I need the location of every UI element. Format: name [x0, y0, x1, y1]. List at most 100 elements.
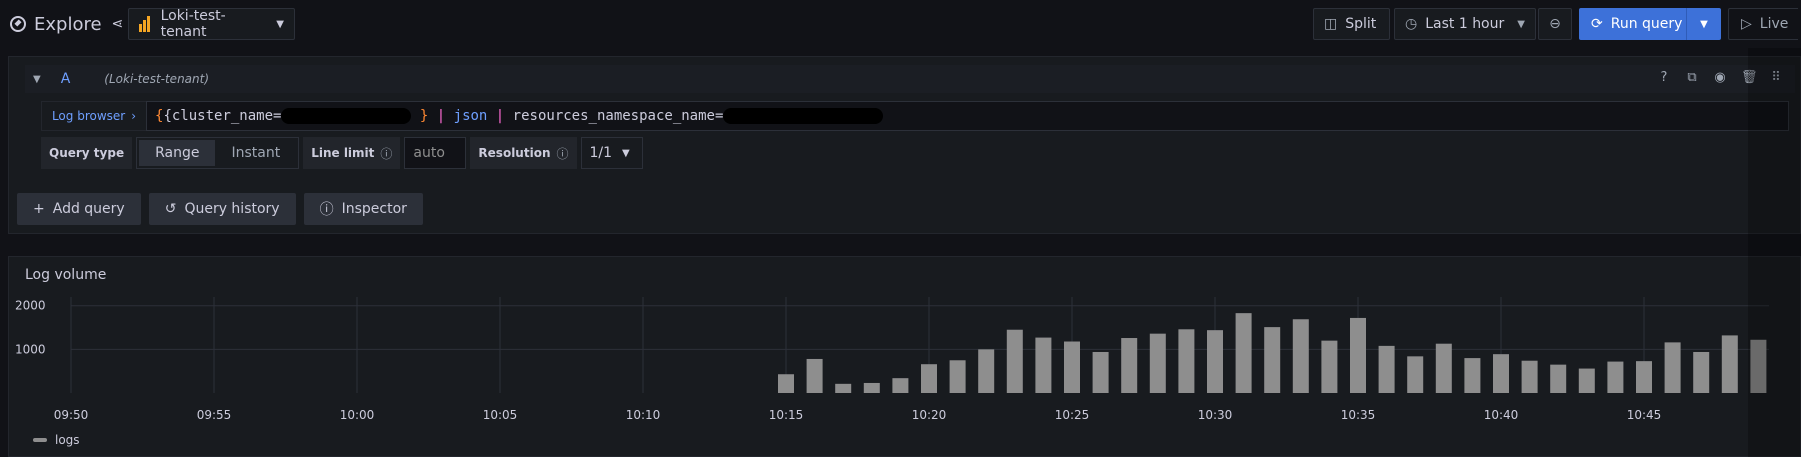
split-label: Split	[1345, 16, 1377, 32]
time-range-picker[interactable]: ◷ Last 1 hour ▼	[1394, 8, 1536, 40]
bar	[1693, 351, 1710, 393]
bar	[1092, 351, 1109, 393]
chevron-down-icon[interactable]: ▼	[1687, 19, 1721, 30]
resolution-select[interactable]: 1/1 ▼	[580, 137, 643, 169]
run-query-button[interactable]: ⟳ Run query ▼	[1579, 8, 1721, 40]
bar	[1006, 329, 1023, 393]
line-limit-label: Line limit ⓘ	[303, 137, 401, 169]
datasource-picker[interactable]: Loki-test-tenant ▼	[128, 8, 295, 40]
compass-icon	[10, 16, 26, 32]
zoom-out-button[interactable]: ⊖	[1538, 8, 1572, 40]
clock-icon: ◷	[1405, 16, 1418, 32]
query-row-header: ▼ A (Loki-test-tenant) ? ⧉ ◉ 🗑 ⠿	[25, 65, 1795, 93]
info-icon[interactable]: ⓘ	[556, 145, 568, 162]
bar	[806, 358, 823, 393]
help-icon[interactable]: ?	[1657, 71, 1671, 85]
bar	[1721, 335, 1738, 393]
x-tick-label: 10:10	[626, 408, 661, 422]
query-actions: + Add query ↺ Query history ⓘ Inspector	[17, 193, 423, 225]
bar	[1636, 361, 1652, 393]
bar	[1149, 333, 1166, 393]
inspector-button[interactable]: ⓘ Inspector	[303, 193, 423, 225]
x-tick-label: 09:55	[197, 408, 232, 422]
bar	[1264, 327, 1281, 393]
bar	[1493, 354, 1509, 393]
bar	[778, 374, 794, 393]
query-datasource-name: (Loki-test-tenant)	[104, 72, 210, 86]
chart-legend[interactable]: logs	[33, 433, 80, 447]
log-volume-chart: 1000 2000 09:50 09:55 10:00 10:05 10:10 10:15 10…	[15, 297, 1769, 422]
query-label-cluster: {cluster_name=	[163, 108, 282, 124]
live-label: Live	[1759, 16, 1789, 32]
chevron-down-icon: ▼	[276, 18, 284, 30]
time-range-label: Last 1 hour	[1425, 16, 1505, 32]
log-volume-panel: Log volume 1000 2000 09:50 09:55 10:00 10:05 1…	[8, 256, 1801, 457]
bar	[949, 360, 966, 393]
log-browser-button[interactable]: Log browser ›	[41, 101, 147, 131]
bar	[863, 382, 880, 393]
split-button[interactable]: ◫ Split	[1313, 8, 1390, 40]
loki-logo-icon	[139, 16, 153, 32]
bar	[1578, 368, 1595, 393]
eye-icon[interactable]: ◉	[1713, 71, 1727, 85]
redacted-value	[281, 108, 412, 124]
chevron-down-icon[interactable]: ▼	[33, 74, 41, 85]
query-brace-open: {	[155, 108, 164, 124]
x-tick-label: 10:35	[1341, 408, 1376, 422]
line-limit-input[interactable]: auto	[404, 137, 467, 169]
zoom-out-icon: ⊖	[1549, 16, 1561, 32]
log-volume-title: Log volume	[25, 267, 107, 283]
query-type-range[interactable]: Range	[139, 140, 216, 166]
bar	[1121, 338, 1138, 393]
add-query-button[interactable]: + Add query	[17, 193, 141, 225]
bar	[1521, 360, 1538, 393]
bar	[1435, 343, 1452, 393]
bar	[1064, 341, 1080, 393]
copy-icon[interactable]: ⧉	[1685, 71, 1699, 85]
x-tick-label: 10:15	[769, 408, 804, 422]
bar	[892, 378, 909, 393]
resolution-label-text: Resolution	[478, 146, 551, 160]
info-icon: ⓘ	[319, 202, 334, 218]
redacted-value-2	[723, 108, 884, 124]
x-tick-label: 09:50	[54, 408, 89, 422]
line-limit-label-text: Line limit	[311, 146, 375, 160]
query-brace-close: }	[419, 108, 429, 124]
share-icon[interactable]: ⋖	[112, 16, 124, 32]
x-tick-label: 10:20	[912, 408, 947, 422]
log-browser-label: Log browser	[51, 109, 126, 123]
query-fn-json: json	[453, 108, 488, 124]
info-icon[interactable]: ⓘ	[380, 145, 392, 162]
query-pipe-2: |	[495, 108, 505, 124]
query-label-namespace: resources_namespace_name=	[512, 108, 724, 124]
x-tick-label: 10:00	[340, 408, 375, 422]
query-input[interactable]: {{cluster_name= } | json | resources_nam…	[146, 101, 1789, 131]
bar	[921, 364, 937, 393]
run-query-label: Run query	[1610, 16, 1683, 32]
resolution-value: 1/1	[589, 145, 613, 161]
x-tick-label: 10:25	[1055, 408, 1090, 422]
query-editor-panel: ▼ A (Loki-test-tenant) ? ⧉ ◉ 🗑 ⠿ Log bro…	[8, 56, 1801, 234]
refresh-icon: ⟳	[1591, 16, 1603, 32]
query-pipe: |	[436, 108, 446, 124]
query-history-button[interactable]: ↺ Query history	[148, 193, 296, 225]
bar	[1035, 337, 1052, 393]
bar	[1378, 345, 1395, 393]
bar	[1607, 361, 1624, 393]
plus-icon: +	[33, 201, 45, 217]
query-history-label: Query history	[184, 201, 280, 217]
query-ref-id[interactable]: A	[61, 71, 71, 87]
live-button[interactable]: ▷ Live	[1728, 8, 1798, 40]
chevron-down-icon: ▼	[622, 147, 630, 159]
query-type-label: Query type	[41, 137, 133, 169]
x-tick-label: 10:45	[1627, 408, 1662, 422]
y-tick-label: 2000	[15, 299, 46, 313]
chevron-right-icon: ›	[131, 109, 137, 123]
bar	[1235, 313, 1252, 393]
page-title: Explore ⋖	[10, 10, 123, 38]
x-tick-label: 10:30	[1198, 408, 1233, 422]
legend-label: logs	[55, 433, 80, 447]
bar	[1350, 317, 1366, 393]
query-type-instant[interactable]: Instant	[215, 140, 296, 166]
datasource-name: Loki-test-tenant	[160, 8, 226, 40]
